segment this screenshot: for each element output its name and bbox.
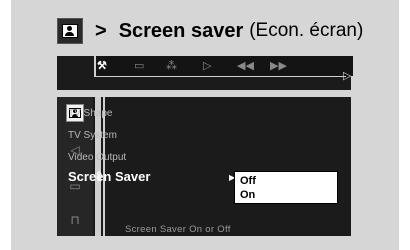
submenu-option-on[interactable]: On	[240, 189, 255, 201]
toolbar-arrowhead-icon: ▷	[343, 70, 352, 82]
lock-icon[interactable]: ⊓	[66, 211, 84, 229]
play-icon[interactable]: ▷	[203, 59, 211, 73]
menu-item-tv-shape[interactable]: TV Shape	[68, 108, 112, 119]
heading-subtitle: (Econ. écran)	[249, 20, 364, 41]
heading-arrow: >	[95, 19, 107, 42]
submenu: Off On	[234, 171, 338, 204]
toolbar-highlight	[94, 56, 353, 76]
menu-item-tv-system[interactable]: TV System	[68, 130, 117, 141]
settings-icon[interactable]: ⚒	[97, 59, 107, 73]
menu-item-screen-saver[interactable]: Screen Saver	[68, 169, 150, 184]
status-text: Screen Saver On or Off	[125, 224, 231, 235]
toolbar-underline	[94, 76, 346, 77]
audio-icon[interactable]: ⁂	[166, 59, 177, 73]
top-toolbar: ▷ ⚒ ▭ ⁂ ▷ ◀◀ ▶▶	[57, 56, 353, 90]
menu-item-video-output[interactable]: Video Output	[68, 152, 126, 163]
rewind-icon[interactable]: ◀◀	[237, 59, 254, 73]
heading: > Screen saver (Econ. écran)	[57, 16, 363, 46]
submenu-option-off[interactable]: Off	[240, 175, 256, 187]
heading-title: Screen saver	[118, 19, 244, 42]
subtitle-icon[interactable]: ▭	[134, 59, 144, 73]
fast-forward-icon[interactable]: ▶▶	[270, 59, 287, 73]
general-setup-icon	[57, 18, 83, 44]
